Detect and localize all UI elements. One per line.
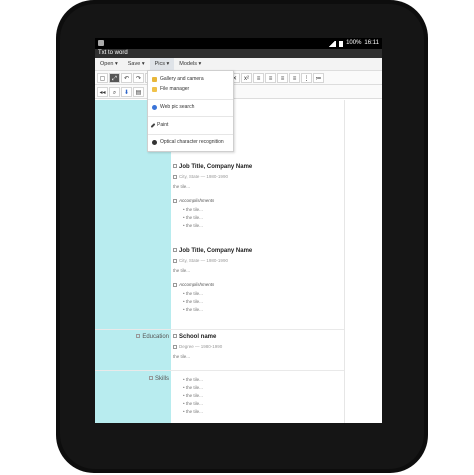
- job2-meta: City, State — 1980-1990: [173, 258, 228, 263]
- job1-text: the tile...: [173, 184, 191, 189]
- clock: 16:11: [364, 40, 379, 46]
- pencil-icon: [150, 122, 156, 128]
- job2-bullet-2: • the tile...: [183, 299, 203, 304]
- dropdown-divider: [148, 99, 233, 100]
- checkbox-icon: [148, 376, 153, 381]
- checkbox-icon: [173, 198, 177, 203]
- dropdown-item-file-manager[interactable]: File manager: [152, 85, 189, 93]
- new-doc-icon[interactable]: ▢: [97, 72, 108, 83]
- checkbox-icon: [173, 334, 177, 339]
- page-margin-line: [344, 100, 345, 423]
- download-icon[interactable]: ⬇: [121, 86, 132, 97]
- fullscreen-icon[interactable]: ⤢: [109, 72, 120, 83]
- document-area[interactable]: Job Title, Company Name City, State — 19…: [95, 100, 382, 423]
- redo-icon[interactable]: ↷: [133, 72, 144, 83]
- job2-bullet-3: • the tile...: [183, 307, 203, 312]
- undo-icon[interactable]: ↶: [121, 72, 132, 83]
- checkbox-icon: [173, 258, 177, 263]
- app-title: Txt to word: [98, 50, 128, 56]
- checkbox-icon: [136, 334, 141, 339]
- skills-bullet-1: • the tile...: [183, 377, 203, 382]
- education-meta: Degree — 1980-1990: [173, 344, 222, 349]
- school-name: School name: [173, 334, 216, 340]
- checkbox-icon: [173, 248, 177, 253]
- signal-icon: [328, 40, 337, 47]
- job1-bullet-1: • the tile...: [183, 207, 203, 212]
- checkbox-icon: [173, 174, 177, 179]
- education-text: the tile...: [173, 354, 191, 359]
- align-left-icon[interactable]: ≡: [253, 72, 264, 83]
- job1-bullet-3: • the tile...: [183, 223, 203, 228]
- folder-icon: [152, 86, 157, 92]
- education-label: Education: [95, 334, 169, 340]
- skills-bullet-3: • the tile...: [183, 393, 203, 398]
- skills-bullet-4: • the tile...: [183, 401, 203, 406]
- pics-dropdown-menu: Gallery and camera File manager Web pic …: [147, 70, 234, 152]
- battery-icon: [339, 40, 344, 47]
- status-bar: 100% 16:11: [95, 38, 382, 49]
- dropdown-item-ocr[interactable]: Optical character recognition: [152, 138, 224, 146]
- checkbox-icon: [173, 164, 177, 169]
- search-icon[interactable]: ⌕: [109, 86, 120, 97]
- eye-icon: [152, 139, 157, 145]
- device-screen: 100% 16:11 Txt to word Open ▾ Save ▾ Pic…: [95, 38, 382, 423]
- secondary-toolbar: ◂◂ ⌕ ⬇ ▤: [95, 85, 382, 99]
- superscript-icon[interactable]: x²: [241, 72, 252, 83]
- job2-title: Job Title, Company Name: [173, 248, 252, 254]
- ordered-list-icon[interactable]: ⋮: [301, 72, 312, 83]
- checkbox-icon: [173, 282, 177, 287]
- job2-bullet-1: • the tile...: [183, 291, 203, 296]
- skills-bullet-5: • the tile...: [183, 409, 203, 414]
- globe-icon: [152, 104, 157, 110]
- job2-text: the tile...: [173, 268, 191, 273]
- format-toolbar: ▢ ⤢ ↶ ↷ ▣ ▥ ▦ ▧ ▨ I U ✕ x² ≡ ≡ ≡ ≡ ⋮ ≔: [95, 71, 382, 85]
- job1-title: Job Title, Company Name: [173, 164, 252, 170]
- menu-pics[interactable]: Pics ▾: [149, 58, 175, 70]
- skills-bullet-2: • the tile...: [183, 385, 203, 390]
- dropdown-item-gallery[interactable]: Gallery and camera: [152, 75, 204, 83]
- job1-bullet-2: • the tile...: [183, 215, 203, 220]
- section-divider: [95, 370, 344, 371]
- dropdown-item-paint[interactable]: Paint: [150, 121, 168, 129]
- job1-accomplishments: Accomplishments: [173, 198, 214, 203]
- status-right: 100% 16:11: [328, 40, 379, 47]
- align-right-icon[interactable]: ≡: [277, 72, 288, 83]
- align-center-icon[interactable]: ≡: [265, 72, 276, 83]
- menu-models[interactable]: Models ▾: [174, 58, 206, 70]
- job2-accomplishments: Accomplishments: [173, 282, 214, 287]
- gallery-icon: [152, 76, 157, 82]
- unordered-list-icon[interactable]: ≔: [313, 72, 324, 83]
- skills-label: Skills: [95, 376, 169, 382]
- section-divider: [95, 329, 344, 330]
- menu-bar: Open ▾ Save ▾ Pics ▾ Models ▾: [95, 58, 382, 71]
- checkbox-icon: [173, 344, 177, 349]
- dropdown-divider: [148, 116, 233, 117]
- menu-save[interactable]: Save ▾: [123, 58, 150, 70]
- job1-meta: City, State — 1980-1990: [173, 174, 228, 179]
- rewind-icon[interactable]: ◂◂: [97, 86, 108, 97]
- menu-open[interactable]: Open ▾: [95, 58, 123, 70]
- dropdown-divider: [148, 134, 233, 135]
- battery-level: 100%: [346, 40, 362, 46]
- app-title-bar: Txt to word: [95, 49, 382, 58]
- notification-icon: [98, 40, 104, 46]
- image-icon[interactable]: ▤: [133, 86, 144, 97]
- dropdown-item-web-search[interactable]: Web pic search: [152, 103, 194, 111]
- justify-icon[interactable]: ≡: [289, 72, 300, 83]
